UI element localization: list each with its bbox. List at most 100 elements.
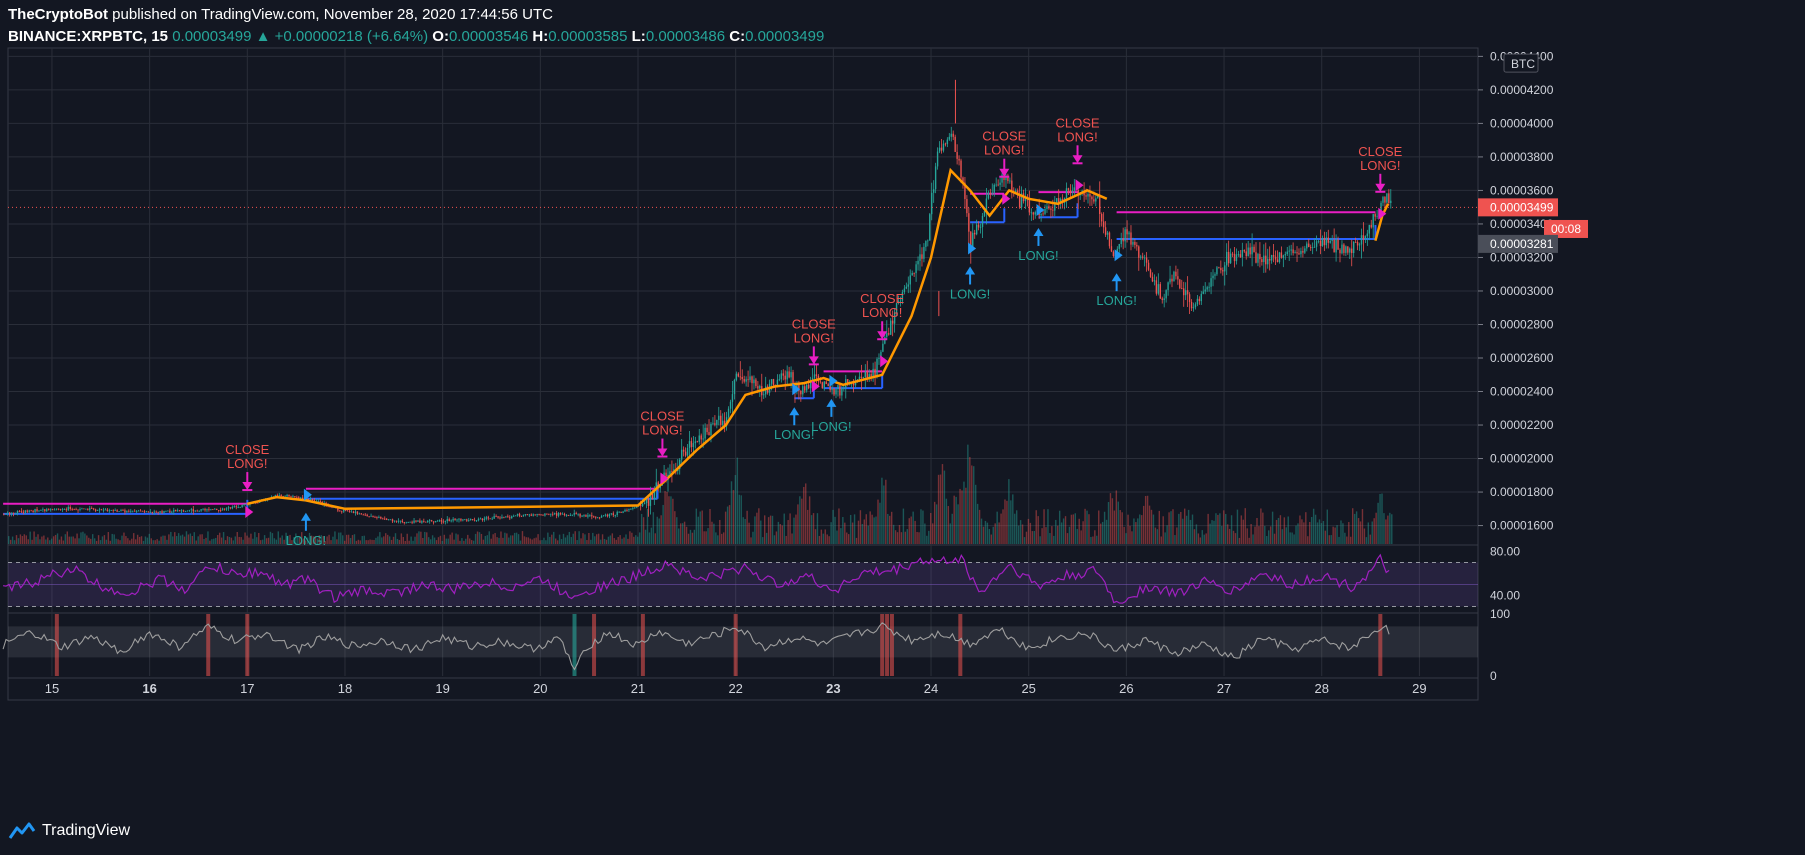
tradingview-brand[interactable]: TradingView [8,822,130,840]
volume-bar [1084,508,1086,544]
volume-bar [367,540,369,544]
volume-bar [664,491,666,544]
volume-bar [699,511,701,544]
candle-body [223,508,226,510]
candle-body [1251,246,1253,255]
volume-bar [711,521,713,544]
volume-bar [242,539,244,544]
close-signal-label: CLOSE [640,409,684,424]
candle-body [114,510,116,511]
volume-bar [19,534,22,544]
volume-bar [1348,522,1350,544]
candle-body [130,510,132,512]
candle-body [401,520,404,523]
volume-bar [177,533,180,544]
candle-body [81,508,83,510]
candle-body [167,510,169,512]
symbol-name[interactable]: BINANCE:XRPBTC, 15 [8,28,168,45]
close-value: 0.00003499 [745,28,825,45]
volume-bar [894,530,897,544]
volume-bar [263,535,266,544]
volume-bar [1328,535,1330,544]
candle-body [722,420,724,425]
candle-body [804,386,806,391]
trading-chart[interactable]: CLOSELONG!LONG!CLOSELONG! LONG!CLOSELONG!… [0,0,1805,855]
volume-bar [810,515,813,544]
volume-bar [701,510,703,544]
volume-bar [930,512,932,544]
volume-bar [824,529,826,544]
volume-bar [1185,515,1188,544]
volume-bar [1383,513,1385,544]
candle-body [59,509,62,511]
candle-body [155,511,157,513]
candle-body [380,516,382,519]
candle-body [690,441,693,448]
volume-bar [646,508,649,544]
candle-body [483,518,486,521]
candle-body [1308,243,1310,248]
candle-body [624,510,626,512]
volume-bar [1275,519,1278,544]
volume-bar [681,523,684,544]
volume-bar [1266,536,1268,544]
candle-body [536,514,538,516]
volume-bar [347,534,350,544]
volume-bar [222,532,225,544]
candle-body [807,384,810,389]
candle-body [186,510,189,512]
candle-body [1323,237,1326,246]
volume-bar [416,533,418,544]
volume-bar [480,533,483,544]
volume-bar [328,534,330,544]
volume-bar [1371,521,1373,544]
volume-bar [973,466,975,544]
volume-bar [719,519,721,544]
volume-bar [115,538,117,544]
candle-body [1227,251,1230,264]
volume-bar [1254,526,1256,544]
volume-bar [390,539,393,544]
candle-body [815,374,818,376]
symbol-legend: BINANCE:XRPBTC, 15 0.00003499 ▲ +0.00000… [8,28,824,45]
candle-body [1331,239,1333,241]
publisher-name[interactable]: TheCryptoBot [8,6,108,23]
candle-body [940,147,943,151]
candle-body [239,507,241,508]
candle-body [544,513,546,516]
candle-body [1102,221,1105,228]
volume-bar [1199,537,1202,544]
candle-body [686,447,689,456]
volume-bar [99,540,102,544]
candle-body [718,415,720,420]
candle-body [511,516,513,519]
candle-body [1188,294,1191,302]
candle-body [1134,241,1136,245]
candle-body [151,511,153,513]
candle-body [993,184,995,193]
volume-bar [338,532,340,544]
candle-body [891,320,894,324]
volume-bar [654,533,657,544]
candle-body [786,371,788,380]
volume-bar [826,534,828,544]
oscillator-highlight [245,614,250,676]
candle-body [421,521,423,523]
candle-body [165,510,167,512]
volume-bar [1142,505,1145,544]
candle-body [866,371,868,378]
time-tick-label: 25 [1021,681,1035,696]
candle-body [1313,246,1316,248]
volume-bar [637,536,639,544]
candle-body [294,496,296,498]
candle-body [18,510,21,512]
volume-bar [678,528,680,544]
volume-bar [674,511,676,544]
candle-body [1030,212,1033,214]
volume-bar [703,531,705,544]
volume-bar [1039,536,1041,544]
volume-bar [758,508,760,544]
volume-bar [728,505,731,544]
candle-body [610,513,613,515]
volume-bar [426,532,428,544]
